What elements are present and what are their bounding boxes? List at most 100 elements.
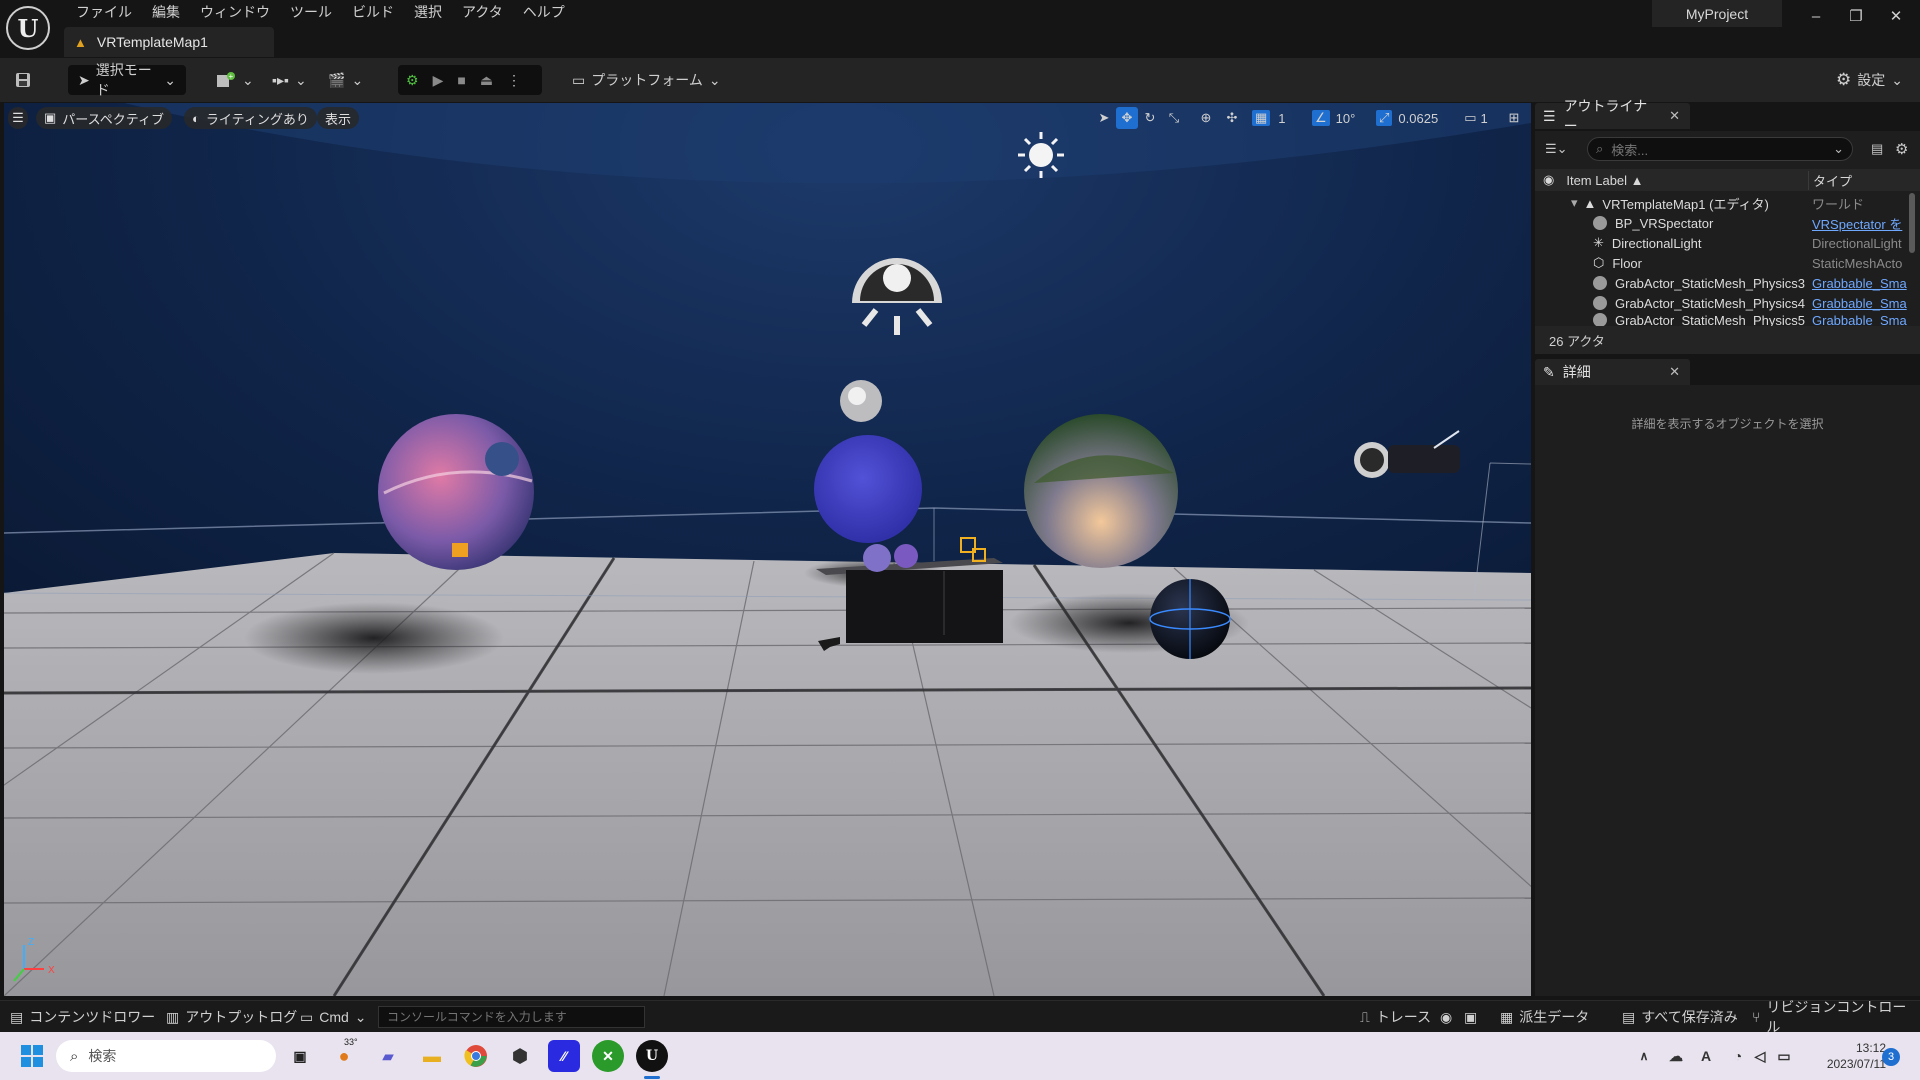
notification-badge[interactable]: 3 xyxy=(1882,1048,1900,1066)
filter-icon[interactable]: ☰⌄ xyxy=(1545,141,1568,157)
task-view-icon[interactable]: ▣ xyxy=(284,1040,316,1072)
viewport-layout-icon[interactable]: ⊞ xyxy=(1504,107,1524,129)
console-command-input[interactable] xyxy=(378,1006,645,1028)
outliner-row[interactable]: ▾ ▲ VRTemplateMap1 (エディタ) ワールド xyxy=(1535,193,1907,213)
record-icon[interactable]: ◉ xyxy=(1440,1007,1452,1027)
grid-snap-toggle[interactable]: ▦ 1 xyxy=(1252,107,1296,129)
type-column[interactable]: タイプ xyxy=(1808,170,1852,190)
surface-snap-icon[interactable]: ✣ xyxy=(1222,107,1242,129)
more-options-icon[interactable]: ⋮ xyxy=(507,72,521,89)
close-icon[interactable]: ✕ xyxy=(1669,364,1680,380)
details-tab[interactable]: ✎ 詳細 ✕ xyxy=(1535,359,1690,385)
chevron-down-icon: ⌄ xyxy=(1833,141,1844,156)
taskbar-search-box[interactable]: ⌕ 検索 xyxy=(56,1040,276,1072)
expand-icon[interactable]: ▾ xyxy=(1571,195,1578,211)
unreal-engine-taskbar-icon[interactable]: U xyxy=(636,1040,668,1072)
stop-icon[interactable]: ■ xyxy=(457,72,465,88)
row-type-link[interactable]: VRSpectator を xyxy=(1812,214,1907,233)
new-folder-icon[interactable]: ▤ xyxy=(1871,141,1883,157)
outliner-tab[interactable]: ☰ アウトライナー ✕ xyxy=(1535,98,1690,134)
file-explorer-icon[interactable]: ▬ xyxy=(416,1040,448,1072)
simulate-icon[interactable]: ⚙ xyxy=(406,72,419,89)
add-actor-button[interactable]: + ⌄ xyxy=(216,65,254,95)
scale-tool-icon[interactable]: ⤡ xyxy=(1164,107,1184,129)
outliner-row[interactable]: BP_VRSpectator VRSpectator を xyxy=(1535,213,1907,233)
taskbar: ⌕ 検索 ▣ ● 33° ▰ ▬ ⬢ ⁄⁄ ✕ U ∧ ☁ A ◔ ◁ ▭ 13… xyxy=(0,1032,1920,1080)
select-tool-icon[interactable]: ➤ xyxy=(1094,107,1114,129)
teams-icon[interactable]: ▰ xyxy=(372,1040,404,1072)
row-type-link[interactable]: Grabbable_Sma xyxy=(1812,313,1907,327)
camera-capture-icon[interactable]: ▣ xyxy=(1464,1007,1477,1027)
menu-help[interactable]: ヘルプ xyxy=(513,0,575,24)
restore-icon[interactable]: ❐ xyxy=(1836,2,1876,30)
outliner-row[interactable]: ✳ DirectionalLight DirectionalLight xyxy=(1535,233,1907,253)
trace-button[interactable]: ⎍ トレース xyxy=(1360,1007,1431,1027)
revision-control-button[interactable]: ⑂ リビジョンコントロール xyxy=(1752,999,1920,1035)
derived-data-button[interactable]: ▦ 派生データ xyxy=(1500,1007,1589,1027)
menu-window[interactable]: ウィンドウ xyxy=(190,0,280,24)
outliner-search-input[interactable]: ⌕ 検索... ⌄ xyxy=(1587,137,1853,161)
viewport-scene[interactable]: Z X xyxy=(4,103,1531,996)
eject-icon[interactable]: ⏏ xyxy=(480,72,493,89)
world-space-icon[interactable]: ⊕ xyxy=(1196,107,1216,129)
play-icon[interactable]: ▶ xyxy=(433,72,444,89)
cinematics-button[interactable]: 🎬 ⌄ xyxy=(328,65,363,95)
menu-edit[interactable]: 編集 xyxy=(142,0,190,24)
menu-build[interactable]: ビルド xyxy=(342,0,404,24)
show-dropdown[interactable]: 表示 xyxy=(317,107,360,129)
perspective-dropdown[interactable]: ▣ パースペクティブ xyxy=(36,107,172,129)
select-mode-dropdown[interactable]: ➤ 選択モード ⌄ xyxy=(68,62,186,98)
outliner-row[interactable]: GrabActor_StaticMesh_Physics4 Grabbable_… xyxy=(1535,293,1907,313)
level-viewport[interactable]: Z X ☰ ▣ パースペクティブ ◐ ライティングあり 表示 ➤ ✥ ↻ ⤡ ⊕… xyxy=(4,103,1531,996)
row-type: DirectionalLight xyxy=(1812,235,1902,251)
ime-indicator[interactable]: A xyxy=(1690,1040,1722,1072)
outliner-row[interactable]: GrabActor_StaticMesh_Physics5 Grabbable_… xyxy=(1535,313,1907,327)
save-icon[interactable] xyxy=(14,65,32,95)
move-tool-icon[interactable]: ✥ xyxy=(1116,107,1138,129)
menu-file[interactable]: ファイル xyxy=(66,0,142,24)
weather-temp: 33° xyxy=(344,1037,358,1047)
level-tab[interactable]: ▲ VRTemplateMap1 xyxy=(64,27,274,57)
save-all-button[interactable]: ▤ すべて保存済み xyxy=(1622,1007,1738,1027)
settings-label: 設定 xyxy=(1857,72,1886,88)
row-type-link[interactable]: Grabbable_Sma xyxy=(1812,296,1907,311)
menu-select[interactable]: 選択 xyxy=(404,0,452,24)
onedrive-icon[interactable]: ☁ xyxy=(1660,1040,1692,1072)
visual-studio-icon[interactable]: ⁄⁄ xyxy=(548,1040,580,1072)
item-label-column[interactable]: Item Label ▲ xyxy=(1566,173,1643,188)
camera-speed-button[interactable]: ▭ 1 xyxy=(1458,107,1494,129)
output-log-button[interactable]: ▥ アウトプットログ xyxy=(166,1007,297,1027)
chevron-down-icon: ⌄ xyxy=(351,71,364,88)
battery-icon[interactable]: ▭ xyxy=(1768,1040,1800,1072)
unreal-logo-icon[interactable]: U xyxy=(6,6,50,50)
content-drawer-button[interactable]: ▤ コンテンツドロワー xyxy=(10,1007,155,1027)
xbox-icon[interactable]: ✕ xyxy=(592,1040,624,1072)
menu-tools[interactable]: ツール xyxy=(280,0,342,24)
view-mode-dropdown[interactable]: ◐ ライティングあり xyxy=(184,107,317,129)
settings-dropdown[interactable]: ⚙ 設定 ⌄ xyxy=(1836,65,1903,95)
rotation-snap-toggle[interactable]: ∠ 10° xyxy=(1312,107,1362,129)
system-clock[interactable]: 13:12 2023/07/11 xyxy=(1806,1040,1886,1072)
gear-icon[interactable]: ⚙ xyxy=(1895,140,1908,158)
outliner-scrollbar[interactable] xyxy=(1909,193,1915,253)
chevron-up-icon[interactable]: ∧ xyxy=(1628,1040,1660,1072)
blueprint-button[interactable]: ▪▸▪ ⌄ xyxy=(272,65,307,95)
hamburger-menu-icon[interactable]: ☰ xyxy=(8,107,28,129)
minimize-icon[interactable]: – xyxy=(1796,2,1836,30)
platforms-dropdown[interactable]: ▭ プラットフォーム ⌄ xyxy=(572,65,721,95)
row-type-link[interactable]: Grabbable_Sma xyxy=(1812,276,1907,291)
clock-date: 2023/07/11 xyxy=(1826,1057,1886,1071)
scale-snap-toggle[interactable]: ⤢ 0.0625 xyxy=(1376,107,1450,129)
outliner-row[interactable]: ⬡ Floor StaticMeshActo xyxy=(1535,253,1907,273)
rotate-tool-icon[interactable]: ↻ xyxy=(1140,107,1160,129)
menu-actor[interactable]: アクタ xyxy=(452,0,513,24)
close-icon[interactable]: ✕ xyxy=(1669,108,1680,124)
angle-icon: ∠ xyxy=(1312,110,1330,126)
close-icon[interactable]: ✕ xyxy=(1876,2,1916,30)
unity-hub-icon[interactable]: ⬢ xyxy=(504,1040,536,1072)
visibility-icon[interactable]: ◉ xyxy=(1543,172,1554,188)
outliner-row[interactable]: GrabActor_StaticMesh_Physics3 Grabbable_… xyxy=(1535,273,1907,293)
windows-start-icon[interactable] xyxy=(16,1040,48,1072)
cmd-dropdown[interactable]: ▭ Cmd ⌄ xyxy=(300,1007,367,1027)
chrome-icon[interactable] xyxy=(460,1040,492,1072)
